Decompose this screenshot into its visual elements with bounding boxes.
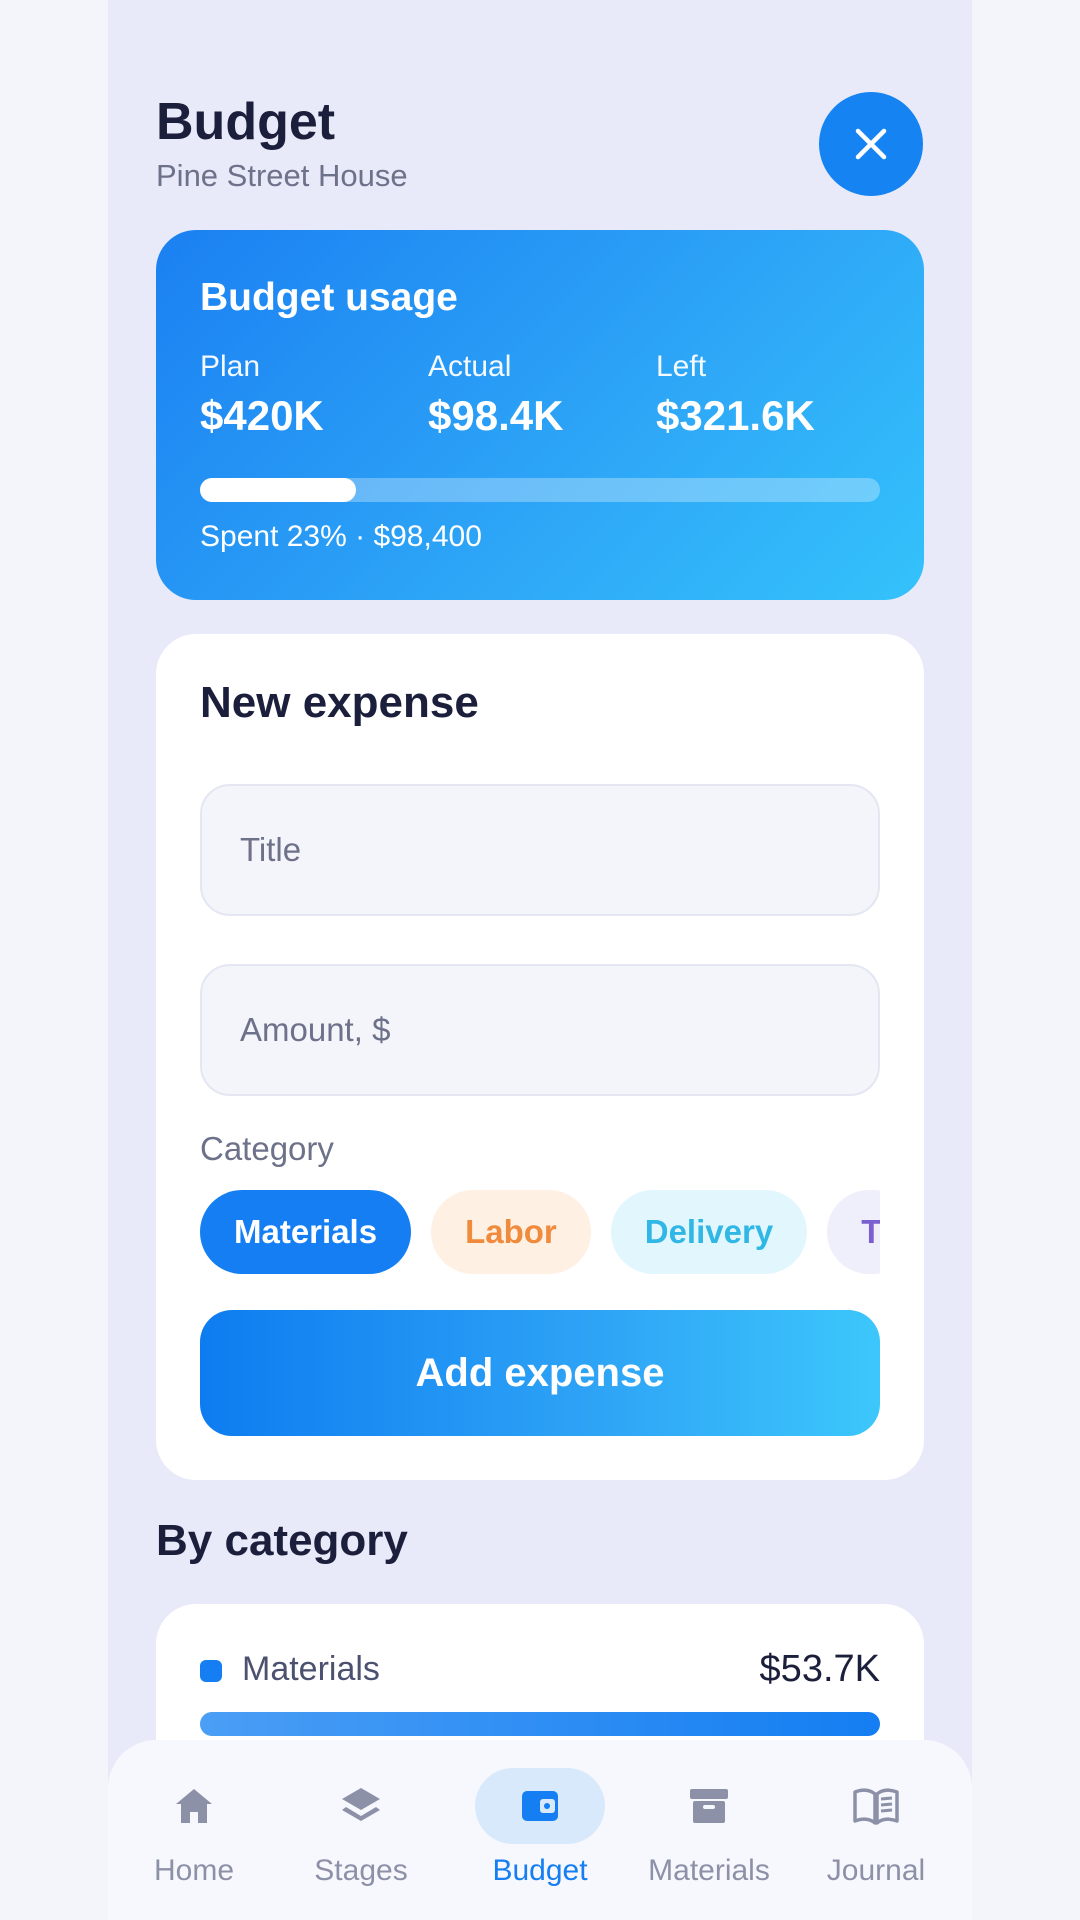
- actual-value: $98.4K: [428, 392, 564, 439]
- bottom-navigation: Home Stages Budget Materials Journal: [108, 1740, 972, 1920]
- nav-label-materials: Materials: [648, 1854, 770, 1887]
- category-name: Materials: [242, 1650, 380, 1688]
- nav-item-journal[interactable]: Journal: [791, 1768, 961, 1908]
- amount-input[interactable]: Amount, $: [200, 964, 880, 1096]
- category-color-dot: [200, 1660, 222, 1682]
- category-chip-labor[interactable]: Labor: [431, 1190, 591, 1274]
- budget-progress-bar: [200, 478, 880, 502]
- category-chip-partial[interactable]: T: [827, 1190, 880, 1274]
- budget-usage-card: Budget usage Plan $420K Actual $98.4K Le…: [156, 230, 924, 600]
- new-expense-title: New expense: [200, 678, 479, 727]
- category-chips: Materials Labor Delivery T: [200, 1190, 880, 1274]
- nav-label-budget: Budget: [492, 1854, 588, 1887]
- book-icon: [853, 1788, 899, 1825]
- add-expense-button[interactable]: Add expense: [200, 1310, 880, 1436]
- actual-label: Actual: [428, 350, 512, 383]
- category-amount: $53.7K: [759, 1648, 880, 1690]
- nav-item-home[interactable]: Home: [109, 1768, 279, 1908]
- archive-box-icon: [690, 1789, 728, 1823]
- home-icon: [176, 1789, 212, 1823]
- nav-item-stages[interactable]: Stages: [276, 1768, 446, 1908]
- left-stat: Left $321.6K: [656, 350, 815, 440]
- category-chip-delivery[interactable]: Delivery: [610, 1190, 808, 1274]
- plan-label: Plan: [200, 350, 261, 383]
- category-bar: [200, 1712, 880, 1736]
- nav-item-budget[interactable]: Budget: [455, 1768, 625, 1908]
- close-button[interactable]: [819, 92, 923, 196]
- by-category-title: By category: [156, 1516, 408, 1565]
- title-input[interactable]: Title: [200, 784, 880, 916]
- left-label: Left: [656, 350, 707, 383]
- budget-usage-title: Budget usage: [200, 276, 458, 319]
- plan-stat: Plan $420K: [200, 350, 324, 440]
- spent-summary: Spent 23% · $98,400: [200, 520, 482, 553]
- project-name: Pine Street House: [156, 158, 408, 193]
- budget-progress-fill: [200, 478, 357, 502]
- plan-value: $420K: [200, 392, 324, 439]
- nav-icon-container: [644, 1768, 774, 1844]
- nav-label-journal: Journal: [826, 1854, 926, 1887]
- nav-label-home: Home: [153, 1854, 235, 1887]
- nav-label-stages: Stages: [314, 1854, 408, 1887]
- close-icon: [855, 128, 887, 160]
- category-chip-materials[interactable]: Materials: [200, 1190, 412, 1274]
- new-expense-card: New expense Title Amount, $ Category Mat…: [156, 634, 924, 1480]
- wallet-icon: [522, 1791, 558, 1821]
- nav-icon-container: [811, 1768, 941, 1844]
- category-label: Category: [200, 1130, 334, 1167]
- page-title: Budget: [156, 93, 336, 151]
- nav-icon-container: [296, 1768, 426, 1844]
- left-value: $321.6K: [656, 392, 815, 439]
- nav-icon-container: [475, 1768, 605, 1844]
- nav-icon-container: [129, 1768, 259, 1844]
- phone-screen: Budget Pine Street House Budget usage Pl…: [108, 0, 972, 1920]
- nav-item-materials[interactable]: Materials: [624, 1768, 794, 1908]
- category-bar-fill: [200, 1712, 880, 1736]
- layers-icon: [342, 1788, 380, 1821]
- actual-stat: Actual $98.4K: [428, 350, 563, 440]
